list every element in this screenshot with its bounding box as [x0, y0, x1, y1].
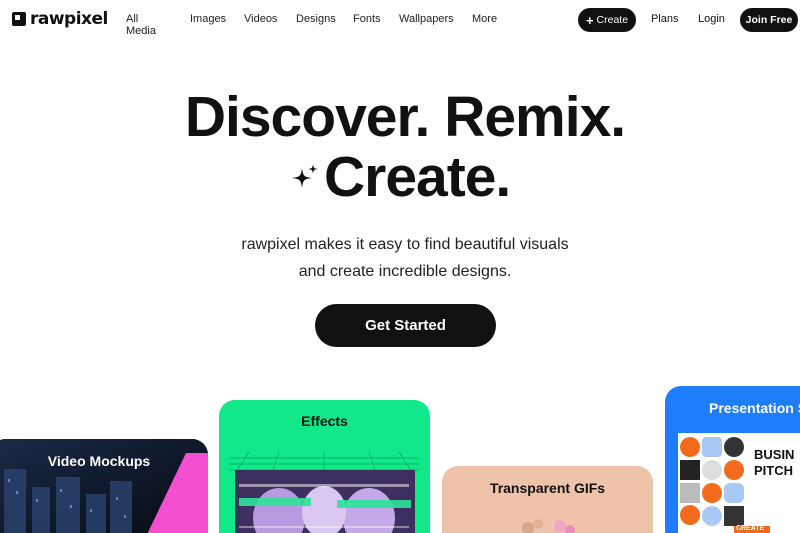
nav-link-login[interactable]: Login: [698, 13, 725, 25]
create-button-label: Create: [596, 14, 629, 26]
card-presentation-slides-title: Presentation Slides: [709, 400, 800, 416]
presentation-slide-footer: CREATE: [736, 525, 765, 532]
hero-subtitle-line1: rawpixel makes it easy to find beautiful…: [241, 236, 569, 253]
get-started-button[interactable]: Get Started: [315, 304, 496, 347]
presentation-slide-heading: BUSIN PITCH: [754, 447, 795, 478]
presentation-slide-preview: BUSIN PITCH CREATE: [678, 433, 800, 533]
nav-link-videos[interactable]: Videos: [244, 13, 277, 25]
hero-headline-line1: Discover. Remix.: [184, 85, 626, 149]
card-presentation-slides[interactable]: Presentation Slides BUSIN PITCH CREATE: [665, 386, 800, 533]
create-button[interactable]: + Create: [578, 8, 636, 32]
card-video-mockups[interactable]: Video Mockups: [0, 439, 208, 533]
nav-link-fonts[interactable]: Fonts: [353, 13, 381, 25]
plus-icon: +: [585, 12, 594, 28]
nav-link-designs[interactable]: Designs: [296, 13, 336, 25]
hero-headline-line2: Create.: [290, 145, 511, 209]
logo-text: rawpixel: [30, 9, 108, 29]
transparent-gifs-image: [522, 519, 575, 533]
nav-link-wallpapers[interactable]: Wallpapers: [399, 13, 454, 25]
effects-image: [229, 451, 419, 533]
card-video-mockups-title: Video Mockups: [47, 453, 151, 469]
nav-link-plans[interactable]: Plans: [651, 13, 679, 25]
nav-link-all-media[interactable]: All Media: [126, 13, 156, 37]
card-effects[interactable]: Effects: [219, 400, 430, 533]
hero-subtitle-line2: and create incredible designs.: [298, 263, 512, 280]
top-nav: rawpixel All Media Images Videos Designs…: [0, 0, 800, 40]
join-free-button[interactable]: Join Free: [740, 8, 798, 32]
card-transparent-gifs[interactable]: Transparent GIFs: [442, 466, 653, 533]
logo-mark-icon: [12, 12, 26, 26]
nav-link-images[interactable]: Images: [190, 13, 226, 25]
rawpixel-logo[interactable]: rawpixel: [12, 9, 108, 29]
sparkle-icon: [292, 164, 318, 188]
nav-link-more[interactable]: More: [472, 13, 497, 25]
hero-create-text: Create.: [324, 145, 511, 209]
